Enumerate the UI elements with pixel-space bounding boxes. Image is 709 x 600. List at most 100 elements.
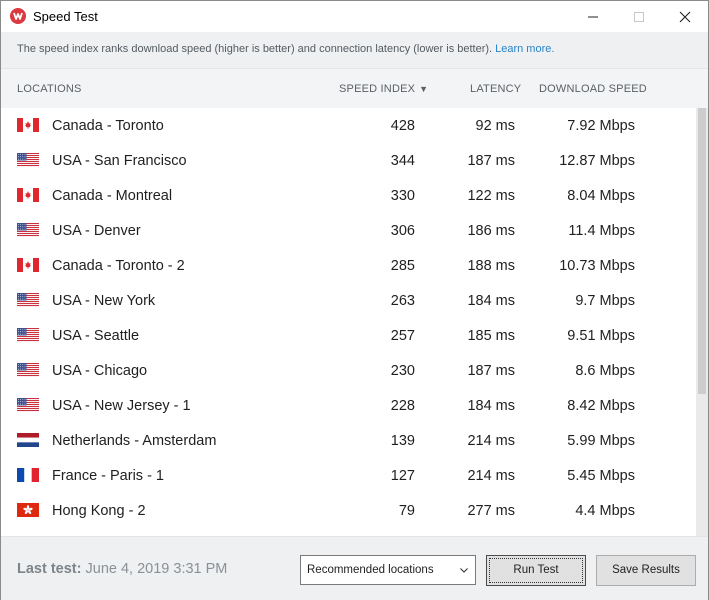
download-speed-value: 7.92 Mbps xyxy=(567,118,635,134)
location-name: USA - San Francisco xyxy=(52,153,187,169)
maximize-button[interactable] xyxy=(616,1,662,32)
table-header: LOCATIONS SPEED INDEX ▼ LATENCY DOWNLOAD … xyxy=(1,68,708,108)
location-name: USA - New York xyxy=(52,293,156,309)
vertical-scrollbar[interactable] xyxy=(696,108,708,536)
location-name: Canada - Montreal xyxy=(52,188,173,204)
speed-index-value: 306 xyxy=(390,223,415,239)
download-speed-value: 8.42 Mbps xyxy=(567,398,635,414)
save-results-label: Save Results xyxy=(612,564,680,576)
location-row[interactable]: USA - New Jersey - 1 228 184 ms 8.42 Mbps xyxy=(1,388,696,423)
last-test-label: Last test: xyxy=(17,561,82,577)
info-description: The speed index ranks download speed (hi… xyxy=(17,43,493,55)
speed-index-value: 228 xyxy=(390,398,415,414)
latency-value: 188 ms xyxy=(467,258,515,274)
speed-index-value: 263 xyxy=(390,293,415,309)
download-speed-value: 5.99 Mbps xyxy=(567,433,635,449)
location-row[interactable]: USA - Seattle 257 185 ms 9.51 Mbps xyxy=(1,318,696,353)
location-row[interactable]: USA - New York 263 184 ms 9.7 Mbps xyxy=(1,283,696,318)
location-name: Canada - Toronto - 2 xyxy=(52,258,185,274)
close-icon xyxy=(679,11,691,23)
info-banner: The speed index ranks download speed (hi… xyxy=(1,32,708,68)
download-speed-value: 8.04 Mbps xyxy=(567,188,635,204)
latency-value: 186 ms xyxy=(467,223,515,239)
sort-descending-icon: ▼ xyxy=(419,84,429,94)
speed-index-value: 79 xyxy=(398,503,415,519)
run-test-button[interactable]: Run Test xyxy=(486,555,586,586)
flag-us-icon xyxy=(17,363,39,377)
latency-value: 187 ms xyxy=(467,153,515,169)
location-row[interactable]: France - Paris - 1 127 214 ms 5.45 Mbps xyxy=(1,458,696,493)
location-name: France - Paris - 1 xyxy=(52,468,164,484)
save-results-button[interactable]: Save Results xyxy=(596,555,696,586)
flag-ca-icon xyxy=(17,118,39,132)
scrollbar-thumb[interactable] xyxy=(698,108,706,394)
flag-nl-icon xyxy=(17,433,39,447)
download-speed-value: 11.4 Mbps xyxy=(568,223,635,239)
locations-list[interactable]: Canada - Toronto 428 92 ms 7.92 Mbps USA - S… xyxy=(1,108,696,536)
speed-index-label: SPEED INDEX xyxy=(339,83,416,95)
column-header-locations[interactable]: LOCATIONS xyxy=(17,83,82,95)
download-speed-value: 9.51 Mbps xyxy=(567,328,635,344)
flag-us-icon xyxy=(17,328,39,342)
window-title: Speed Test xyxy=(33,9,98,24)
column-header-speed-index[interactable]: SPEED INDEX ▼ xyxy=(339,83,428,95)
location-row[interactable]: Netherlands - Amsterdam 139 214 ms 5.99 Mbp… xyxy=(1,423,696,458)
app-logo-icon xyxy=(10,8,26,24)
footer-bar: Last test: June 4, 2019 3:31 PM Recommen… xyxy=(1,536,708,600)
speed-index-value: 257 xyxy=(390,328,415,344)
download-speed-value: 10.73 Mbps xyxy=(559,258,635,274)
flag-ca-icon xyxy=(17,258,39,272)
column-header-download-speed[interactable]: DOWNLOAD SPEED xyxy=(539,83,647,95)
latency-value: 92 ms xyxy=(475,118,516,134)
speed-index-value: 127 xyxy=(390,468,415,484)
latency-value: 187 ms xyxy=(467,363,515,379)
speed-test-window: Speed Test The speed index ranks downloa… xyxy=(0,0,709,600)
location-name: USA - Seattle xyxy=(52,328,140,344)
flag-hk-icon xyxy=(17,503,39,517)
minimize-icon xyxy=(588,16,598,18)
flag-us-icon xyxy=(17,293,39,307)
flag-us-icon xyxy=(17,398,39,412)
location-row[interactable]: USA - Denver 306 186 ms 11.4 Mbps xyxy=(1,213,696,248)
speed-index-value: 139 xyxy=(390,433,415,449)
latency-value: 122 ms xyxy=(467,188,515,204)
title-bar[interactable]: Speed Test xyxy=(1,1,708,32)
minimize-button[interactable] xyxy=(570,1,616,32)
latency-value: 184 ms xyxy=(467,398,515,414)
location-filter-value: Recommended locations xyxy=(307,564,434,576)
location-name: Canada - Toronto xyxy=(52,118,164,134)
flag-us-icon xyxy=(17,223,39,237)
speed-index-value: 285 xyxy=(390,258,415,274)
last-test-value: June 4, 2019 3:31 PM xyxy=(85,561,228,577)
location-name: Hong Kong - 2 xyxy=(52,503,146,519)
speed-index-value: 344 xyxy=(390,153,415,169)
latency-value: 277 ms xyxy=(467,503,515,519)
speed-index-value: 330 xyxy=(390,188,415,204)
last-test-info: Last test: June 4, 2019 3:31 PM xyxy=(17,561,227,577)
location-row[interactable]: Canada - Toronto 428 92 ms 7.92 Mbps xyxy=(1,108,696,143)
close-button[interactable] xyxy=(662,1,708,32)
location-row[interactable]: USA - San Francisco 344 187 ms 12.87 Mbps xyxy=(1,143,696,178)
download-speed-value: 5.45 Mbps xyxy=(567,468,635,484)
learn-more-link[interactable]: Learn more. xyxy=(495,43,554,55)
flag-ca-icon xyxy=(17,188,39,202)
location-row[interactable]: Canada - Toronto - 2 285 188 ms 10.73 Mbps xyxy=(1,248,696,283)
speed-index-value: 428 xyxy=(390,118,415,134)
location-name: USA - New Jersey - 1 xyxy=(52,398,191,414)
download-speed-value: 8.6 Mbps xyxy=(575,363,635,379)
location-name: Netherlands - Amsterdam xyxy=(52,433,217,449)
flag-fr-icon xyxy=(17,468,39,482)
download-speed-value: 9.7 Mbps xyxy=(575,293,635,309)
column-header-latency[interactable]: LATENCY xyxy=(470,83,521,95)
latency-value: 184 ms xyxy=(467,293,515,309)
info-text: The speed index ranks download speed (hi… xyxy=(17,43,554,55)
speed-index-value: 230 xyxy=(390,363,415,379)
flag-us-icon xyxy=(17,153,39,167)
location-filter-select[interactable]: Recommended locations xyxy=(300,555,476,585)
location-row[interactable]: USA - Chicago 230 187 ms 8.6 Mbps xyxy=(1,353,696,388)
latency-value: 214 ms xyxy=(467,468,515,484)
chevron-down-icon xyxy=(460,568,468,573)
location-row[interactable]: Canada - Montreal 330 122 ms 8.04 Mbps xyxy=(1,178,696,213)
latency-value: 185 ms xyxy=(467,328,515,344)
location-row[interactable]: Hong Kong - 2 79 277 ms 4.4 Mbps xyxy=(1,493,696,528)
